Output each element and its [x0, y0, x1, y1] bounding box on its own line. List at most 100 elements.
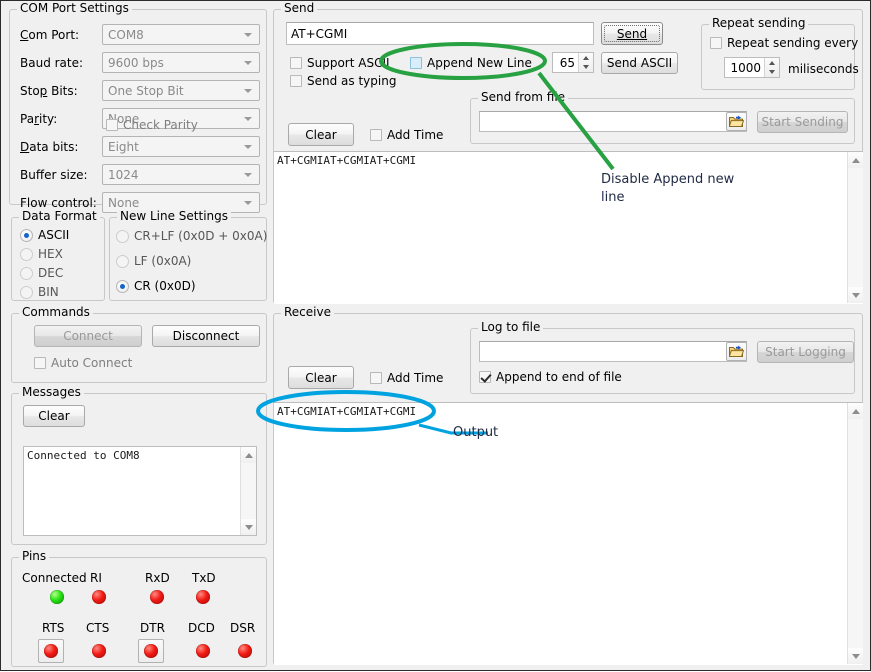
- data-bits-select[interactable]: Eight: [102, 136, 260, 157]
- pins-group: Pins Connected RI RxD TxD RTS CTS DTR DC…: [11, 557, 267, 667]
- scroll-down-arrow[interactable]: [241, 519, 257, 535]
- serial-terminal-window: COM Port Settings Com Port: COM8 Baud ra…: [0, 0, 871, 671]
- chevron-down-icon: [244, 117, 252, 121]
- receive-log-area[interactable]: AT+CGMIAT+CGMIAT+CGMI: [274, 402, 863, 665]
- radio-data-format-ascii[interactable]: ASCII: [20, 228, 69, 242]
- receive-group: Receive Clear Add Time Log to file Start: [273, 313, 863, 665]
- browse-folder-icon[interactable]: [726, 112, 747, 131]
- auto-connect-checkbox[interactable]: Auto Connect: [34, 356, 132, 370]
- pin-label-rxd: RxD: [145, 571, 170, 585]
- com-port-settings-group: COM Port Settings Com Port: COM8 Baud ra…: [9, 9, 267, 205]
- flow-control-label: Flow control:: [20, 196, 97, 210]
- pin-label-ri: RI: [90, 571, 102, 585]
- scroll-down-arrow[interactable]: [848, 648, 864, 664]
- append-to-end-checkbox[interactable]: Append to end of file: [479, 370, 622, 384]
- log-file-path-input[interactable]: [479, 341, 747, 362]
- send-log-scrollbar[interactable]: [847, 152, 863, 303]
- send-file-path-input[interactable]: [479, 111, 747, 132]
- scroll-up-arrow[interactable]: [848, 152, 864, 168]
- folder-open-icon: [729, 115, 744, 128]
- pin-led-dtr: [144, 644, 158, 658]
- green-annotation-text: Disable Append new line: [601, 171, 734, 207]
- checkbox-box: [370, 372, 382, 384]
- send-title: Send: [281, 2, 317, 14]
- send-button[interactable]: Send: [601, 22, 663, 45]
- radio-newline-crlf[interactable]: CR+LF (0x0D + 0x0A): [116, 229, 267, 243]
- log-to-file-title: Log to file: [478, 321, 543, 333]
- stepper-arrows[interactable]: [764, 58, 779, 77]
- send-as-typing-checkbox[interactable]: Send as typing: [290, 74, 396, 88]
- radio-data-format-bin[interactable]: BIN: [20, 285, 59, 299]
- radio-label: LF (0x0A): [134, 254, 191, 268]
- receive-log-scrollbar[interactable]: [847, 403, 863, 664]
- send-log-line: AT+CGMIAT+CGMIAT+CGMI: [274, 152, 863, 167]
- pin-led-ri: [92, 590, 106, 604]
- radio-newline-cr[interactable]: CR (0x0D): [116, 279, 196, 293]
- chevron-down-icon: [244, 201, 252, 205]
- browse-folder-icon[interactable]: [726, 342, 747, 361]
- send-add-time-checkbox[interactable]: Add Time: [370, 128, 443, 142]
- stop-bits-select[interactable]: One Stop Bit: [102, 80, 260, 101]
- pin-led-dsr: [238, 644, 252, 658]
- pin-led-rts: [44, 644, 58, 658]
- pin-label-dsr: DSR: [230, 621, 255, 635]
- pin-label-cts: CTS: [86, 621, 109, 635]
- checkbox-box: [370, 129, 382, 141]
- radio-data-format-hex[interactable]: HEX: [20, 247, 63, 261]
- check-parity-checkbox[interactable]: Check Parity: [106, 118, 198, 132]
- start-logging-button[interactable]: Start Logging: [757, 341, 854, 363]
- ascii-code-stepper[interactable]: 65: [552, 52, 594, 73]
- radio-dot: [20, 248, 33, 261]
- start-sending-button[interactable]: Start Sending: [757, 111, 848, 133]
- radio-label: BIN: [38, 285, 59, 299]
- support-ascii-checkbox[interactable]: Support ASCII: [290, 56, 390, 70]
- scroll-up-arrow[interactable]: [848, 403, 864, 419]
- scroll-down-arrow[interactable]: [848, 287, 864, 303]
- repeat-sending-checkbox[interactable]: Repeat sending every: [710, 36, 858, 50]
- data-bits-label: Data bits:: [20, 140, 78, 154]
- check-parity-label: Check Parity: [123, 118, 198, 132]
- messages-clear-button[interactable]: Clear: [23, 405, 85, 427]
- repeat-interval-value: 1000: [725, 61, 764, 75]
- messages-scrollbar[interactable]: [240, 447, 256, 535]
- connect-button[interactable]: Connect: [34, 325, 142, 347]
- append-new-line-label: Append New Line: [427, 56, 532, 70]
- radio-data-format-dec[interactable]: DEC: [20, 266, 63, 280]
- send-command-input[interactable]: AT+CGMI: [286, 22, 594, 45]
- radio-label: HEX: [38, 247, 63, 261]
- pin-label-txd: TxD: [192, 571, 216, 585]
- send-log-area[interactable]: AT+CGMIAT+CGMIAT+CGMI: [274, 151, 863, 304]
- baud-rate-select[interactable]: 9600 bps: [102, 52, 260, 73]
- checkbox-box: [290, 57, 302, 69]
- receive-title: Receive: [281, 306, 334, 318]
- append-new-line-checkbox[interactable]: Append New Line: [410, 56, 532, 70]
- buffer-size-value: 1024: [108, 168, 139, 182]
- repeat-interval-stepper[interactable]: 1000: [724, 57, 780, 78]
- pin-label-connected: Connected: [22, 571, 87, 585]
- checkbox-box: [290, 75, 302, 87]
- checkbox-box: [410, 57, 422, 69]
- scroll-up-arrow[interactable]: [241, 447, 257, 463]
- baud-rate-value: 9600 bps: [108, 56, 164, 70]
- baud-rate-label: Baud rate:: [20, 56, 83, 70]
- checkbox-box: [479, 371, 491, 383]
- radio-newline-lf[interactable]: LF (0x0A): [116, 254, 191, 268]
- com-port-select[interactable]: COM8: [102, 24, 260, 45]
- radio-label: DEC: [38, 266, 63, 280]
- messages-log[interactable]: Connected to COM8: [23, 446, 257, 536]
- receive-clear-button[interactable]: Clear: [288, 366, 354, 389]
- send-as-typing-label: Send as typing: [307, 74, 396, 88]
- pin-led-txd: [196, 590, 210, 604]
- send-clear-button[interactable]: Clear: [288, 123, 354, 146]
- com-port-label: Com Port:: [20, 28, 79, 42]
- radio-label: CR+LF (0x0D + 0x0A): [134, 229, 267, 243]
- send-ascii-button[interactable]: Send ASCII: [601, 52, 678, 74]
- radio-dot: [20, 267, 33, 280]
- disconnect-button[interactable]: Disconnect: [152, 325, 260, 347]
- repeat-sending-label: Repeat sending every: [727, 36, 858, 50]
- radio-dot: [116, 255, 129, 268]
- receive-add-time-checkbox[interactable]: Add Time: [370, 371, 443, 385]
- buffer-size-select[interactable]: 1024: [102, 164, 260, 185]
- repeat-sending-group: Repeat sending Repeat sending every 1000…: [701, 24, 855, 90]
- stepper-arrows[interactable]: [578, 53, 593, 72]
